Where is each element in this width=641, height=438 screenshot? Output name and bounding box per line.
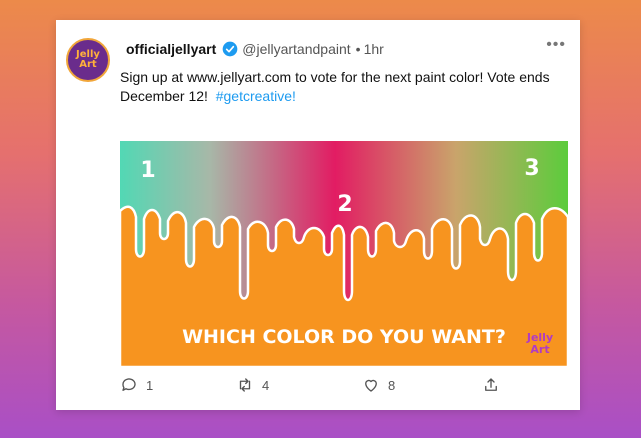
media-graphic: 1 2 3 WHICH COLOR DO YOU WANT? Jelly Art: [120, 141, 568, 367]
tweet-actions: 1 4 8: [120, 376, 568, 396]
timestamp[interactable]: 1hr: [364, 41, 384, 57]
share-icon: [485, 378, 497, 391]
reply-icon: [122, 378, 136, 391]
display-name[interactable]: officialjellyart: [126, 41, 216, 57]
reply-count: 1: [146, 377, 154, 393]
tweet-media-image[interactable]: 1 2 3 WHICH COLOR DO YOU WANT? Jelly Art: [120, 141, 568, 367]
like-button[interactable]: 8: [362, 376, 395, 394]
option-label-1: 1: [140, 158, 155, 183]
tweet-body: Sign up at www.jellyart.com to vote for …: [120, 69, 550, 104]
reply-button[interactable]: 1: [120, 376, 153, 394]
verified-badge-icon: [222, 41, 238, 57]
retweet-count: 4: [262, 377, 270, 393]
tweet-text: Sign up at www.jellyart.com to vote for …: [120, 68, 560, 106]
like-icon: [365, 379, 377, 392]
more-icon[interactable]: •••: [546, 36, 566, 54]
retweet-icon: [239, 378, 251, 392]
retweet-button[interactable]: 4: [236, 376, 269, 394]
avatar-text-line2: Art: [79, 59, 97, 70]
hashtag-link[interactable]: #getcreative!: [216, 88, 296, 104]
tweet-card: Jelly Art officialjellyart @jellyartandp…: [56, 20, 580, 410]
tweet-header: officialjellyart @jellyartandpaint • 1hr: [126, 40, 384, 58]
separator-dot: •: [355, 41, 361, 57]
avatar[interactable]: Jelly Art: [66, 38, 110, 82]
media-headline: WHICH COLOR DO YOU WANT?: [182, 326, 506, 348]
like-count: 8: [388, 377, 396, 393]
option-label-3: 3: [524, 156, 539, 181]
jelly-art-logo: Jelly Art: [526, 331, 553, 356]
share-button[interactable]: [482, 376, 508, 394]
option-label-2: 2: [337, 192, 352, 217]
logo-line2: Art: [530, 343, 549, 356]
handle[interactable]: @jellyartandpaint: [242, 41, 350, 57]
